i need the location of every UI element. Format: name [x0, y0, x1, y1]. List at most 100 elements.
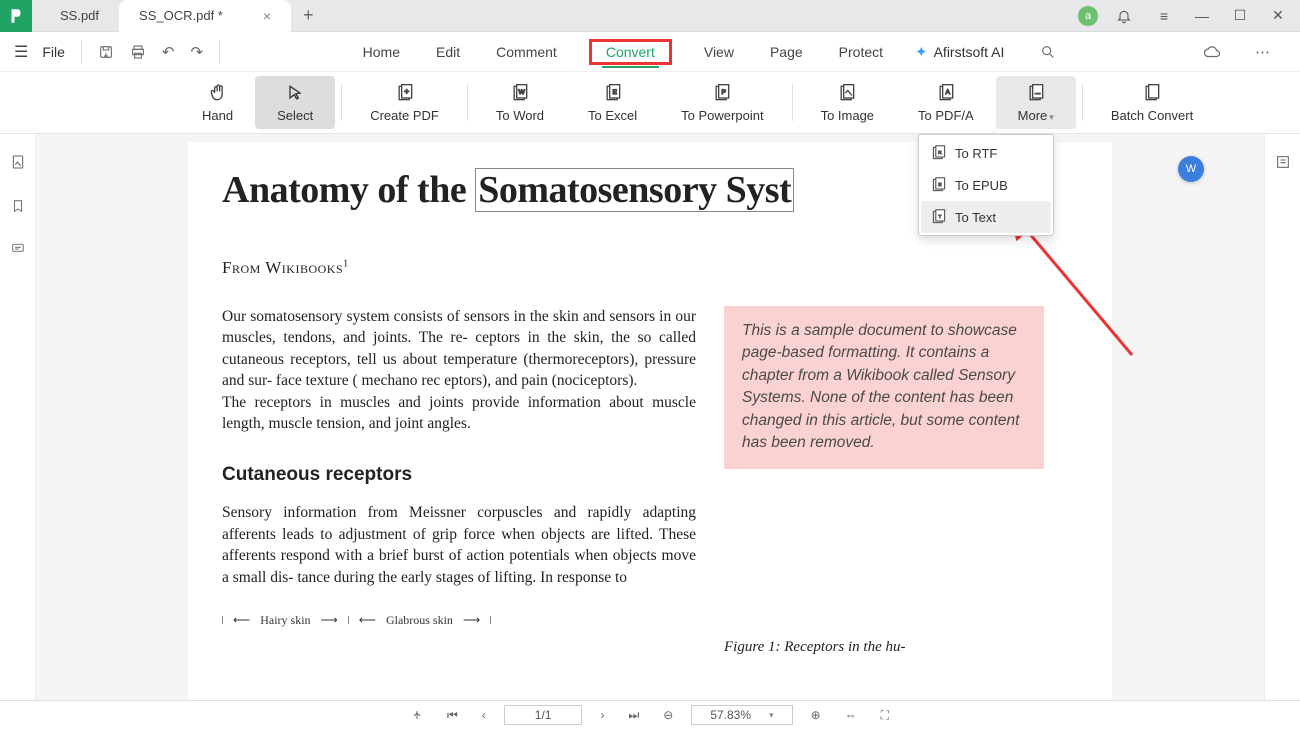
- tab-label: SS.pdf: [60, 8, 99, 23]
- svg-text:R: R: [938, 150, 942, 156]
- menu-bar: ☰ File ↶ ↷ Home Edit Comment Convert Vie…: [0, 32, 1300, 72]
- tab-active[interactable]: SS_OCR.pdf * ×: [119, 0, 291, 32]
- chevron-down-icon: ▾: [1049, 112, 1054, 122]
- ribbon-label: To Powerpoint: [681, 108, 763, 123]
- next-icon[interactable]: ›: [594, 706, 610, 724]
- diagram-labels: ⟵Hairy skin⟶⟵Glabrous skin⟶: [222, 612, 696, 629]
- to-image-button[interactable]: To Image: [799, 76, 896, 129]
- to-ppt-button[interactable]: P To Powerpoint: [659, 76, 785, 129]
- prev-icon[interactable]: ‹: [476, 706, 492, 724]
- app-logo: [0, 0, 32, 32]
- panel-icon[interactable]: [1275, 154, 1291, 170]
- hand-tool[interactable]: Hand: [180, 76, 255, 129]
- ai-button[interactable]: ✦Afirstsoft AI: [915, 43, 1004, 61]
- to-pdfa-button[interactable]: A To PDF/A: [896, 76, 996, 129]
- rtf-icon: R: [931, 145, 947, 161]
- bookmark-icon[interactable]: [11, 198, 25, 214]
- svg-text:E: E: [612, 89, 617, 96]
- menu-home[interactable]: Home: [359, 38, 404, 66]
- to-word-button[interactable]: W To Word: [474, 76, 566, 129]
- fit-width-icon[interactable]: ⇔: [839, 706, 863, 724]
- thumbnails-icon[interactable]: [10, 154, 26, 170]
- redo-icon[interactable]: ↷: [182, 39, 211, 65]
- more-options-icon[interactable]: ⋯: [1247, 39, 1278, 65]
- dropdown-label: To EPUB: [955, 178, 1008, 193]
- zoom-in-icon[interactable]: ⊕: [805, 706, 827, 724]
- document-area[interactable]: W Anatomy of the Somatosensory Syst From…: [36, 134, 1264, 700]
- dropdown-label: To RTF: [955, 146, 997, 161]
- svg-text:T: T: [938, 214, 941, 220]
- close-icon[interactable]: ×: [263, 8, 271, 24]
- callout-box: This is a sample document to showcase pa…: [724, 306, 1044, 469]
- select-tool[interactable]: Select: [255, 76, 335, 129]
- zoom-out-icon[interactable]: ⊖: [657, 706, 679, 724]
- left-rail: [0, 134, 36, 700]
- menu-view[interactable]: View: [700, 38, 738, 66]
- tab-label: SS_OCR.pdf *: [139, 8, 223, 23]
- dropdown-label: To Text: [955, 210, 996, 225]
- minimize-icon[interactable]: —: [1192, 8, 1212, 24]
- more-button[interactable]: … More▾: [996, 76, 1076, 129]
- notifications-icon[interactable]: [1116, 8, 1136, 24]
- to-text-item[interactable]: T To Text: [921, 201, 1051, 233]
- paragraph: The receptors in muscles and joints prov…: [222, 392, 696, 435]
- text-icon: T: [931, 209, 947, 225]
- batch-icon: [1141, 82, 1163, 104]
- image-icon: [836, 82, 858, 104]
- ribbon-label: Select: [277, 108, 313, 123]
- add-tab-button[interactable]: +: [291, 5, 326, 26]
- chevron-down-icon: ▾: [769, 710, 774, 721]
- menu-convert[interactable]: Convert: [602, 38, 659, 68]
- menu-edit[interactable]: Edit: [432, 38, 464, 66]
- ribbon-label: To Excel: [588, 108, 637, 123]
- maximize-icon[interactable]: ☐: [1230, 7, 1250, 24]
- undo-icon[interactable]: ↶: [154, 39, 183, 65]
- title-text: Anatomy of the: [222, 169, 475, 211]
- hamburger-icon[interactable]: ☰: [8, 38, 34, 66]
- batch-convert-button[interactable]: Batch Convert: [1089, 76, 1215, 129]
- excel-icon: E: [602, 82, 624, 104]
- zoom-level[interactable]: 57.83%▾: [691, 705, 792, 725]
- cursor-icon: [284, 82, 306, 104]
- title-selection: Somatosensory Syst: [475, 168, 794, 212]
- tab-inactive[interactable]: SS.pdf: [40, 0, 119, 32]
- svg-text:A: A: [945, 89, 950, 96]
- word-badge-icon[interactable]: W: [1178, 156, 1204, 182]
- search-icon[interactable]: [1032, 40, 1064, 64]
- page-number[interactable]: 1/1: [504, 705, 583, 725]
- more-doc-icon: …: [1025, 82, 1047, 104]
- fit-page-icon[interactable]: ⛶: [875, 706, 895, 725]
- close-window-icon[interactable]: ✕: [1268, 7, 1288, 24]
- save-icon[interactable]: [90, 40, 122, 64]
- print-icon[interactable]: [122, 40, 154, 64]
- subtitle: From Wikibooks1: [222, 258, 1044, 278]
- file-menu[interactable]: File: [34, 40, 73, 64]
- create-pdf-button[interactable]: + Create PDF: [348, 76, 461, 129]
- last-icon[interactable]: ⏭: [622, 706, 645, 725]
- cloud-icon[interactable]: [1195, 40, 1229, 64]
- first-icon[interactable]: ⏮: [441, 706, 464, 725]
- paragraph: Sensory information from Meissner corpus…: [222, 502, 696, 588]
- ribbon-label: To Word: [496, 108, 544, 123]
- ribbon-label: Batch Convert: [1111, 108, 1193, 123]
- menu-comment[interactable]: Comment: [492, 38, 561, 66]
- comments-icon[interactable]: [10, 242, 26, 256]
- first-page-icon[interactable]: [405, 707, 429, 723]
- menu-icon[interactable]: ≡: [1154, 8, 1174, 24]
- menu-protect[interactable]: Protect: [835, 38, 887, 66]
- to-rtf-item[interactable]: R To RTF: [921, 137, 1051, 169]
- svg-text:P: P: [722, 89, 727, 96]
- svg-text:E: E: [938, 182, 941, 188]
- ribbon-label: Hand: [202, 108, 233, 123]
- to-excel-button[interactable]: E To Excel: [566, 76, 659, 129]
- ribbon-label: To PDF/A: [918, 108, 974, 123]
- avatar[interactable]: a: [1078, 6, 1098, 26]
- ribbon-toolbar: Hand Select + Create PDF W To Word E To …: [0, 72, 1300, 134]
- ribbon-label: Create PDF: [370, 108, 439, 123]
- svg-text:W: W: [518, 89, 525, 96]
- ppt-icon: P: [711, 82, 733, 104]
- more-dropdown: R To RTF E To EPUB T To Text: [918, 134, 1054, 236]
- menu-page[interactable]: Page: [766, 38, 807, 66]
- to-epub-item[interactable]: E To EPUB: [921, 169, 1051, 201]
- sparkle-icon: ✦: [915, 43, 928, 61]
